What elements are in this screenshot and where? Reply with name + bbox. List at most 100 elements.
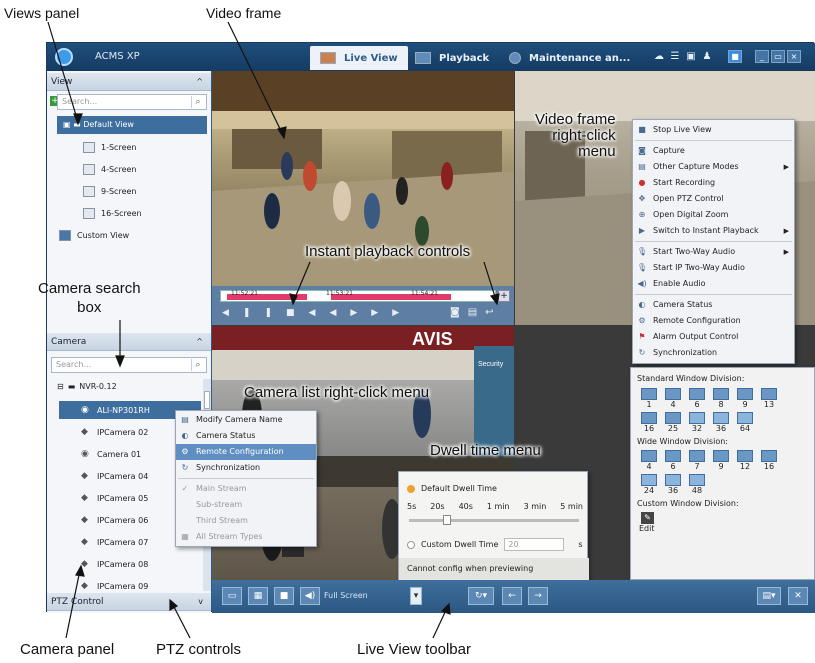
rewind-icon[interactable]: ◀ xyxy=(222,308,243,318)
menu-digital-zoom[interactable]: ⊕ Open Digital Zoom xyxy=(633,207,794,223)
camera-item-7[interactable]: ◆ IPCamera 08 xyxy=(81,555,148,573)
division-9-icon[interactable] xyxy=(737,388,753,400)
tab-live-view[interactable]: Live View xyxy=(310,46,408,70)
division-25-icon[interactable] xyxy=(665,412,681,424)
stop-all-icon[interactable]: ■ xyxy=(274,587,294,605)
collapse-nvr-icon[interactable]: ⊟ xyxy=(57,382,64,391)
menu-synchronization[interactable]: ↻ Synchronization xyxy=(176,460,316,476)
minimize-button[interactable]: _ xyxy=(755,50,769,63)
camera-capture-icon[interactable]: ◙ xyxy=(450,307,468,318)
dwell-slider-thumb[interactable] xyxy=(443,515,451,525)
wide-24-icon[interactable] xyxy=(641,474,657,486)
dwell-slider[interactable] xyxy=(409,515,579,525)
camera-item-3[interactable]: ◆ IPCamera 04 xyxy=(81,467,148,485)
menu-enable-audio[interactable]: ◀) Enable Audio xyxy=(633,276,794,292)
tab-maintenance[interactable]: Maintenance an... xyxy=(499,46,640,70)
menu-sub-stream[interactable]: Sub-stream xyxy=(176,497,316,513)
ptz-panel-header[interactable]: PTZ Control v xyxy=(47,593,211,611)
playback-controls[interactable]: ◀❚❚■◀◀▶▶▶ xyxy=(222,308,413,318)
list-icon[interactable]: ☰ xyxy=(669,51,681,62)
division-4-icon[interactable] xyxy=(665,388,681,400)
scrollbar-thumb[interactable] xyxy=(204,391,210,409)
division-36-icon[interactable] xyxy=(713,412,729,424)
camera-item-6[interactable]: ◆ IPCamera 07 xyxy=(81,533,148,551)
menu-all-stream-types[interactable]: ▦ All Stream Types xyxy=(176,529,316,545)
division-32-icon[interactable] xyxy=(689,412,705,424)
playback-timeline[interactable]: 11:52:21 11:53:21 11:54:21 xyxy=(220,290,496,302)
collapse-icon[interactable]: ^ xyxy=(196,73,203,91)
frame-icon[interactable]: ▶ xyxy=(392,308,413,318)
exit-playback-icon[interactable]: ↩ xyxy=(485,307,501,318)
clip-icon[interactable]: ▤ xyxy=(468,307,485,318)
wide-48-icon[interactable] xyxy=(689,474,705,486)
collapse-camera-icon[interactable]: ^ xyxy=(196,333,203,351)
view-search-input[interactable]: Search... ⌕ xyxy=(57,94,207,110)
cloud-icon[interactable]: ☁ xyxy=(653,51,665,62)
image-icon[interactable]: ▣ xyxy=(685,51,697,62)
default-view-row[interactable]: ▣ ▬ Default View xyxy=(57,116,207,134)
division-64-icon[interactable] xyxy=(737,412,753,424)
maximize-button[interactable]: ▭ xyxy=(771,50,785,63)
playback-actions[interactable]: ◙▤↩ xyxy=(450,307,502,318)
menu-capture[interactable]: ◙ Capture xyxy=(633,143,794,159)
menu-other-capture[interactable]: ▤ Other Capture Modes ▶ xyxy=(633,159,794,175)
division-1-icon[interactable] xyxy=(641,388,657,400)
next-icon[interactable]: → xyxy=(528,587,548,605)
nvr-node[interactable]: ⊟ ▬ NVR-0.12 xyxy=(57,382,117,391)
menu-remote-config[interactable]: ⚙ Remote Configuration xyxy=(633,313,794,329)
edit-division-icon[interactable]: ✎ xyxy=(641,512,654,524)
wide-6-icon[interactable] xyxy=(665,450,681,462)
view-4-screen[interactable]: 4-Screen xyxy=(83,161,136,177)
menu-synchronization[interactable]: ↻ Synchronization xyxy=(633,345,794,361)
menu-third-stream[interactable]: Third Stream xyxy=(176,513,316,529)
views-panel-header[interactable]: View ^ xyxy=(47,73,211,91)
lock-icon[interactable]: ■ xyxy=(728,50,742,63)
menu-remote-configuration[interactable]: ⚙ Remote Configuration xyxy=(176,444,316,460)
menu-modify-camera-name[interactable]: ▤ Modify Camera Name xyxy=(176,412,316,428)
view-1-screen[interactable]: 1-Screen xyxy=(83,139,136,155)
exit-fullscreen-icon[interactable]: ✕ xyxy=(788,587,808,605)
menu-start-recording[interactable]: ● Start Recording xyxy=(633,175,794,191)
search-icon[interactable]: ⌕ xyxy=(191,96,204,108)
radio-icon[interactable] xyxy=(407,540,415,549)
expand-ptz-icon[interactable]: v xyxy=(198,593,203,611)
collapse-tree-icon[interactable]: ▣ xyxy=(63,120,71,129)
window-division-icon[interactable]: ▦ xyxy=(248,587,268,605)
menu-camera-status[interactable]: ◐ Camera Status xyxy=(176,428,316,444)
dropdown-icon[interactable]: ▾ xyxy=(410,587,422,605)
wide-9-icon[interactable] xyxy=(713,450,729,462)
custom-view-item[interactable]: Custom View xyxy=(59,227,129,243)
tab-playback[interactable]: Playback xyxy=(405,46,499,70)
menu-main-stream[interactable]: ✓ Main Stream xyxy=(176,481,316,497)
wide-16-icon[interactable] xyxy=(761,450,777,462)
camera-item-2[interactable]: ◉ Camera 01 xyxy=(81,445,141,463)
division-13-icon[interactable] xyxy=(761,388,777,400)
menu-two-way-audio[interactable]: 🎙 Start Two-Way Audio ▶ xyxy=(633,244,794,260)
view-options-icon[interactable]: ▤▾ xyxy=(757,587,781,605)
video-frame-1[interactable]: 11:52:21 11:53:21 11:54:21 + ◀❚❚■◀◀▶▶▶ ◙… xyxy=(212,71,514,325)
camera-item-5[interactable]: ◆ IPCamera 06 xyxy=(81,511,148,529)
close-button[interactable]: × xyxy=(787,50,801,63)
radio-selected-icon[interactable] xyxy=(407,484,415,493)
view-16-screen[interactable]: 16-Screen xyxy=(83,205,142,221)
layout-icon[interactable]: ▭ xyxy=(222,587,242,605)
custom-dwell-input[interactable]: 20 xyxy=(504,538,565,551)
fullscreen-label[interactable]: Full Screen xyxy=(324,591,368,600)
menu-camera-status[interactable]: ◐ Camera Status xyxy=(633,297,794,313)
camera-item-1[interactable]: ◆ IPCamera 02 xyxy=(81,423,148,441)
wide-12-icon[interactable] xyxy=(737,450,753,462)
wide-7-icon[interactable] xyxy=(689,450,705,462)
division-16-icon[interactable] xyxy=(641,412,657,424)
fast-icon[interactable]: ▶▶ xyxy=(350,308,392,318)
view-9-screen[interactable]: 9-Screen xyxy=(83,183,136,199)
dwell-sequence-icon[interactable]: ↻▾ xyxy=(468,587,494,605)
default-dwell-option[interactable]: Default Dwell Time xyxy=(407,484,497,493)
menu-ip-two-way-audio[interactable]: 🎙 Start IP Two-Way Audio xyxy=(633,260,794,276)
camera-search-input[interactable]: Search... ⌕ xyxy=(51,357,207,373)
menu-stop-live-view[interactable]: ■ Stop Live View xyxy=(633,122,794,138)
zoom-in-icon[interactable]: + xyxy=(498,290,510,302)
camera-item-0[interactable]: ◉ ALI-NP301RH xyxy=(81,401,150,419)
wide-36-icon[interactable] xyxy=(665,474,681,486)
camera-panel-header[interactable]: Camera ^ xyxy=(47,333,211,351)
camera-search-icon[interactable]: ⌕ xyxy=(191,359,204,371)
